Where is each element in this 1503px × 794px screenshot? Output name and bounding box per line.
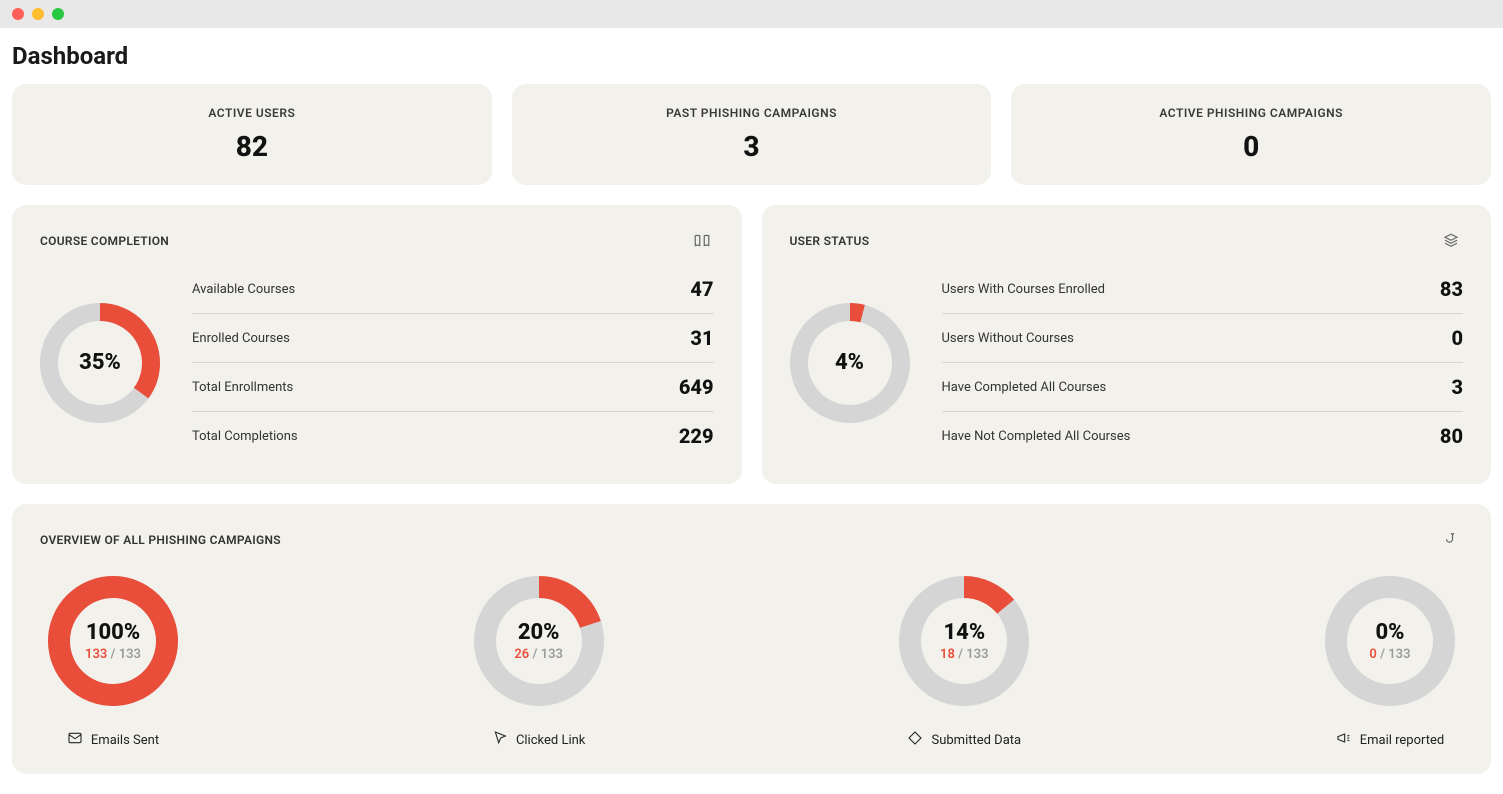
- stat-label: Total Completions: [192, 429, 298, 444]
- stat-row: Users With Courses Enrolled 83: [942, 265, 1464, 314]
- course-completion-card: COURSE COMPLETION 35% Available Courses …: [12, 205, 742, 484]
- summary-card-0: ACTIVE USERS 82: [12, 84, 492, 185]
- summary-label: ACTIVE PHISHING CAMPAIGNS: [1011, 106, 1491, 120]
- diamond-icon: [907, 730, 923, 750]
- stat-label: Available Courses: [192, 282, 295, 297]
- summary-label: ACTIVE USERS: [12, 106, 492, 120]
- window-titlebar: [0, 0, 1503, 28]
- summary-value: 3: [512, 130, 992, 163]
- megaphone-icon: [1336, 730, 1352, 750]
- stat-label: Total Enrollments: [192, 380, 293, 395]
- stat-row: Enrolled Courses 31: [192, 314, 714, 363]
- phishing-overview-title: OVERVIEW OF ALL PHISHING CAMPAIGNS: [40, 533, 281, 547]
- phishing-metric-label: Clicked Link: [492, 730, 585, 750]
- stat-value: 80: [1440, 424, 1463, 448]
- user-status-title: USER STATUS: [790, 234, 870, 248]
- stat-value: 83: [1440, 277, 1463, 301]
- stat-row: Total Enrollments 649: [192, 363, 714, 412]
- stat-row: Available Courses 47: [192, 265, 714, 314]
- course-completion-title: COURSE COMPLETION: [40, 234, 169, 248]
- summary-row: ACTIVE USERS 82 PAST PHISHING CAMPAIGNS …: [12, 84, 1491, 185]
- stat-label: Enrolled Courses: [192, 331, 290, 346]
- summary-label: PAST PHISHING CAMPAIGNS: [512, 106, 992, 120]
- stat-label: Have Not Completed All Courses: [942, 429, 1131, 444]
- summary-value: 0: [1011, 130, 1491, 163]
- page-title: Dashboard: [0, 28, 1503, 84]
- book-icon: [690, 229, 714, 253]
- phishing-metrics-row: 100%133 / 133 Emails Sent 20%26 / 133 Cl…: [40, 576, 1463, 750]
- box-user-icon: [1439, 229, 1463, 253]
- stat-value: 31: [690, 326, 713, 350]
- course-completion-stats: Available Courses 47 Enrolled Courses 31…: [192, 265, 714, 460]
- stat-value: 47: [690, 277, 713, 301]
- course-completion-donut: 35%: [40, 265, 160, 460]
- stat-value: 3: [1451, 375, 1463, 399]
- phishing-metric-label: Emails Sent: [67, 730, 159, 750]
- phishing-metric-label: Email reported: [1336, 730, 1445, 750]
- stat-label: Users With Courses Enrolled: [942, 282, 1106, 297]
- hook-icon: [1439, 528, 1463, 552]
- stat-row: Have Not Completed All Courses 80: [942, 412, 1464, 460]
- summary-card-1: PAST PHISHING CAMPAIGNS 3: [512, 84, 992, 185]
- phishing-metric-label: Submitted Data: [907, 730, 1021, 750]
- stat-label: Users Without Courses: [942, 331, 1074, 346]
- cursor-icon: [492, 730, 508, 750]
- stat-row: Total Completions 229: [192, 412, 714, 460]
- stat-row: Have Completed All Courses 3: [942, 363, 1464, 412]
- stat-label: Have Completed All Courses: [942, 380, 1107, 395]
- stat-value: 0: [1451, 326, 1463, 350]
- stat-value: 229: [679, 424, 714, 448]
- phishing-metric: 100%133 / 133 Emails Sent: [48, 576, 178, 750]
- minimize-icon[interactable]: [32, 8, 44, 20]
- stat-value: 649: [679, 375, 714, 399]
- stat-row: Users Without Courses 0: [942, 314, 1464, 363]
- phishing-metric: 0%0 / 133 Email reported: [1325, 576, 1455, 750]
- close-icon[interactable]: [12, 8, 24, 20]
- user-status-donut: 4%: [790, 265, 910, 460]
- summary-value: 82: [12, 130, 492, 163]
- user-status-stats: Users With Courses Enrolled 83 Users Wit…: [942, 265, 1464, 460]
- maximize-icon[interactable]: [52, 8, 64, 20]
- user-status-card: USER STATUS 4% Users With Courses Enroll…: [762, 205, 1492, 484]
- summary-card-2: ACTIVE PHISHING CAMPAIGNS 0: [1011, 84, 1491, 185]
- phishing-metric: 14%18 / 133 Submitted Data: [899, 576, 1029, 750]
- phishing-metric: 20%26 / 133 Clicked Link: [474, 576, 604, 750]
- phishing-overview-card: OVERVIEW OF ALL PHISHING CAMPAIGNS 100%1…: [12, 504, 1491, 774]
- mail-icon: [67, 730, 83, 750]
